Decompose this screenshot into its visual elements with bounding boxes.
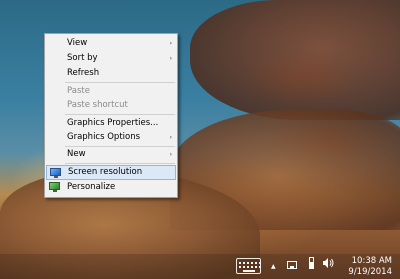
clock-date: 9/19/2014 [348, 267, 392, 277]
menu-item-label: Paste shortcut [67, 100, 128, 110]
volume-icon[interactable] [322, 257, 334, 269]
menu-item-personalize[interactable]: Personalize [46, 180, 176, 195]
menu-separator [65, 82, 175, 83]
menu-separator [65, 114, 175, 115]
desktop-context-menu: View › Sort by › Refresh Paste Paste sho… [44, 33, 178, 198]
menu-item-label: Paste [67, 86, 90, 96]
menu-item-label: Personalize [67, 182, 116, 192]
show-hidden-icons-chevron[interactable]: ▲ [271, 262, 276, 272]
menu-item-label: New [67, 149, 86, 159]
submenu-arrow-icon: › [169, 40, 172, 47]
menu-item-label: Refresh [67, 68, 100, 78]
menu-item-label: Graphics Options [67, 132, 141, 142]
system-clock[interactable]: 10:38 AM 9/19/2014 [344, 256, 392, 278]
menu-item-screen-resolution[interactable]: Screen resolution [46, 165, 176, 180]
menu-item-label: View [67, 38, 88, 48]
screen-resolution-icon [50, 168, 62, 178]
submenu-arrow-icon: › [169, 134, 172, 141]
menu-separator [65, 163, 175, 164]
menu-item-new[interactable]: New › [46, 147, 176, 162]
menu-item-graphics-properties[interactable]: Graphics Properties... [46, 116, 176, 131]
personalize-icon [49, 182, 61, 192]
menu-item-paste[interactable]: Paste [46, 84, 176, 99]
menu-item-view[interactable]: View › [46, 36, 176, 51]
network-icon[interactable] [287, 261, 297, 269]
battery-icon[interactable] [309, 257, 314, 269]
menu-item-label: Screen resolution [68, 167, 143, 177]
submenu-arrow-icon: › [169, 151, 172, 158]
menu-item-label: Graphics Properties... [67, 118, 159, 128]
menu-item-label: Sort by [67, 53, 98, 63]
desktop[interactable]: View › Sort by › Refresh Paste Paste sho… [0, 0, 400, 279]
menu-item-paste-shortcut[interactable]: Paste shortcut [46, 98, 176, 113]
menu-item-sort-by[interactable]: Sort by › [46, 51, 176, 66]
submenu-arrow-icon: › [169, 55, 172, 62]
taskbar [0, 254, 400, 279]
wallpaper-rock [190, 0, 400, 120]
menu-item-refresh[interactable]: Refresh [46, 66, 176, 81]
clock-time: 10:38 AM [351, 256, 392, 266]
keyboard-icon[interactable] [236, 258, 261, 274]
menu-item-graphics-options[interactable]: Graphics Options › [46, 130, 176, 145]
